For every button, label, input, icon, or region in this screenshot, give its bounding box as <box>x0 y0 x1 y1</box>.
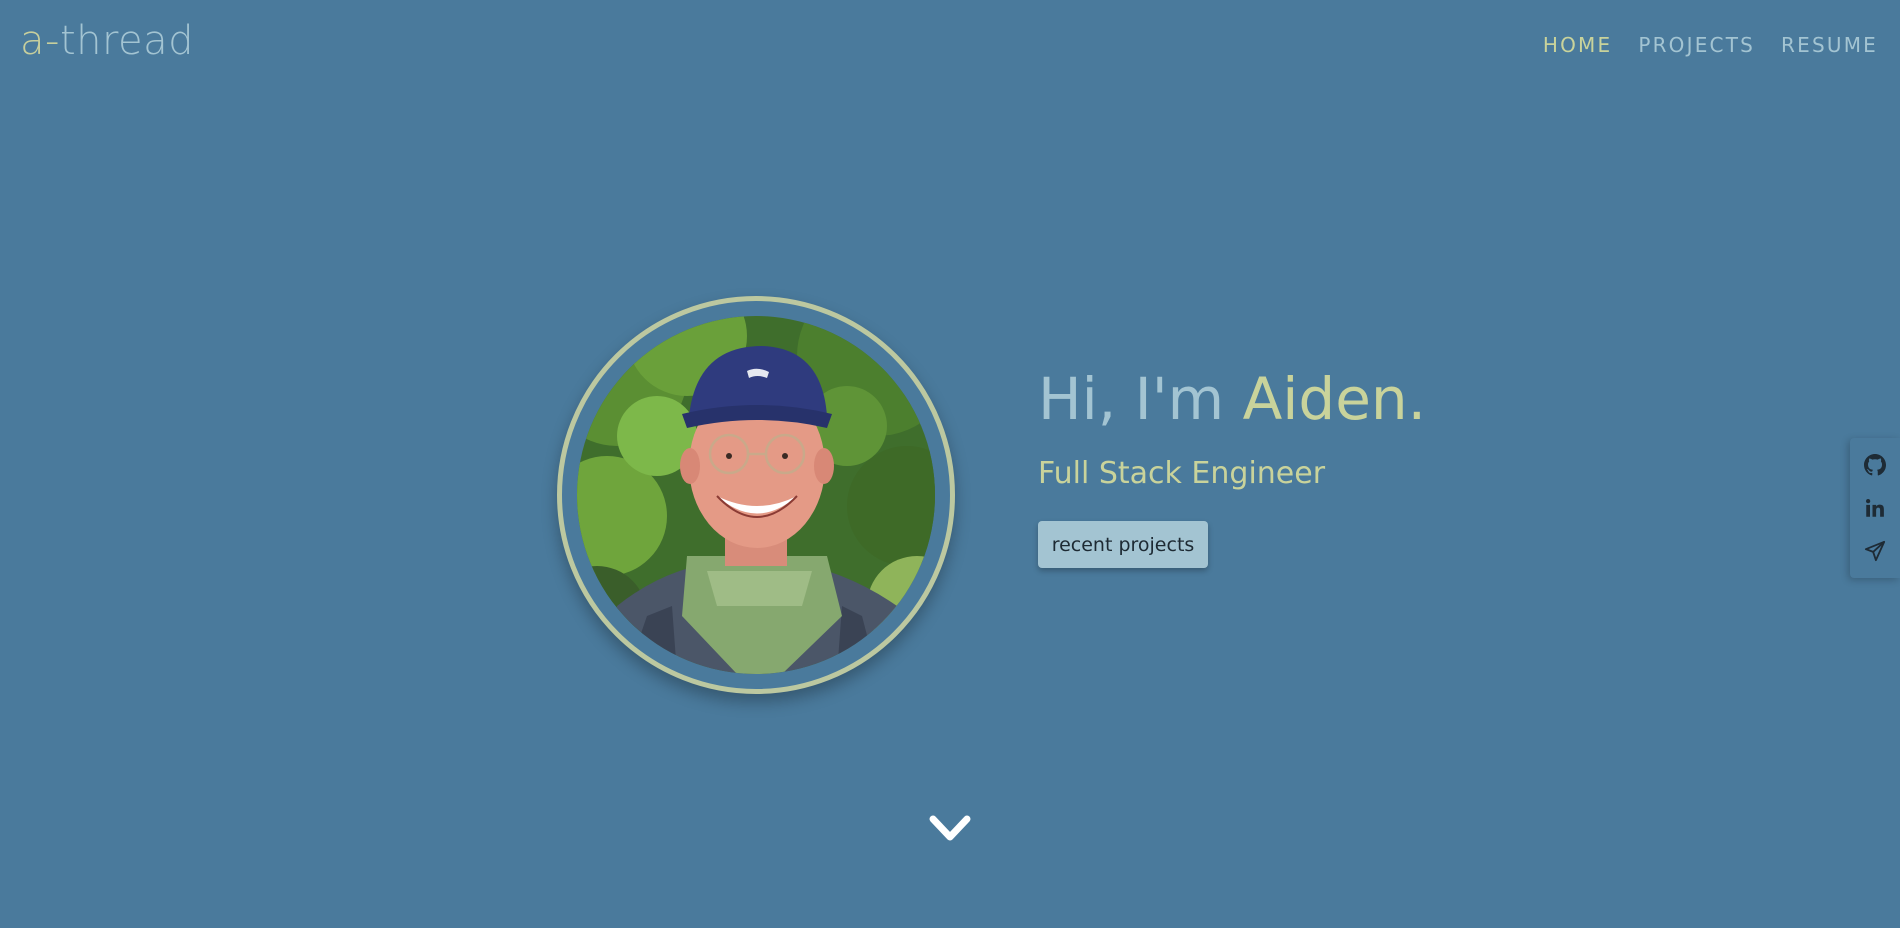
top-nav: HOME PROJECTS RESUME <box>1543 30 1878 60</box>
scroll-down-button[interactable] <box>927 810 973 850</box>
chevron-down-icon <box>929 815 971 841</box>
hero-greeting: Hi, I'm <box>1038 365 1243 433</box>
linkedin-link[interactable] <box>1859 492 1891 524</box>
avatar-frame <box>557 296 955 694</box>
nav-item-home[interactable]: HOME <box>1543 30 1612 60</box>
nav-item-resume[interactable]: RESUME <box>1781 30 1878 60</box>
social-links <box>1850 438 1900 578</box>
site-logo[interactable]: a-thread <box>20 14 194 68</box>
github-icon <box>1864 454 1886 476</box>
logo-prefix: a- <box>20 18 60 64</box>
hero-subtitle: Full Stack Engineer <box>1038 456 1326 491</box>
recent-projects-button[interactable]: recent projects <box>1038 521 1208 568</box>
avatar <box>577 316 935 674</box>
github-link[interactable] <box>1859 449 1891 481</box>
email-link[interactable] <box>1859 535 1891 567</box>
page: a-thread HOME PROJECTS RESUME Hi, I'm Ai… <box>0 0 1900 928</box>
hero-headline: Hi, I'm Aiden. <box>1038 364 1426 434</box>
logo-name: thread <box>59 18 195 64</box>
send-icon <box>1864 540 1886 561</box>
linkedin-icon <box>1866 498 1884 517</box>
avatar-image <box>577 316 935 674</box>
hero-name: Aiden. <box>1242 365 1427 433</box>
nav-item-projects[interactable]: PROJECTS <box>1638 30 1755 60</box>
